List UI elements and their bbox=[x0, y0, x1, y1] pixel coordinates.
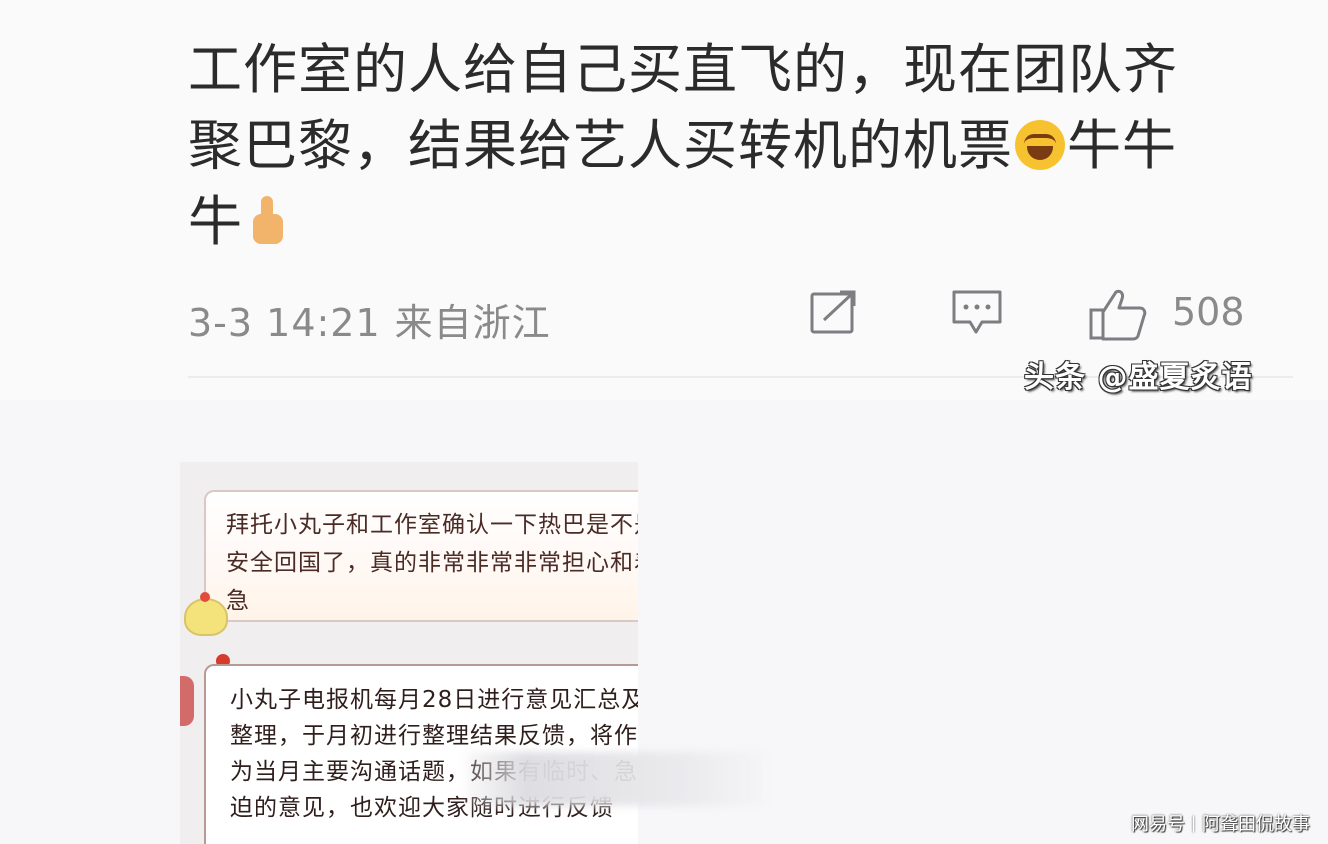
post-meta-row: 3-3 14:21 来自浙江 508 bbox=[188, 288, 1258, 345]
comment-button[interactable] bbox=[950, 288, 1004, 338]
watermark-separator bbox=[1193, 816, 1194, 832]
post-location: 来自浙江 bbox=[394, 301, 551, 345]
blur-mask bbox=[466, 752, 764, 806]
sticker-icon bbox=[184, 592, 228, 636]
watermark-author: 阿聋田侃故事 bbox=[1202, 814, 1310, 835]
share-icon bbox=[810, 290, 856, 334]
watermark-brand: 网易号 bbox=[1131, 814, 1185, 835]
like-button[interactable]: 508 bbox=[1088, 288, 1258, 341]
toutiao-watermark: 头条 @盛夏炙语 bbox=[1024, 360, 1253, 395]
laughing-tears-emoji-icon bbox=[1015, 120, 1065, 170]
comment-icon bbox=[952, 290, 1002, 334]
post-text: 工作室的人给自己买直飞的，现在团队齐聚巴黎，结果给艺人买转机的机票 牛牛牛 bbox=[188, 32, 1228, 260]
post-card: 工作室的人给自己买直飞的，现在团队齐聚巴黎，结果给艺人买转机的机票 牛牛牛 3-3… bbox=[0, 0, 1328, 400]
thumbs-up-emoji-icon bbox=[247, 194, 287, 246]
netease-watermark: 网易号 阿聋田侃故事 bbox=[1131, 810, 1310, 836]
share-button[interactable] bbox=[808, 288, 860, 338]
chat-message-1: 拜托小丸子和工作室确认一下热巴是不是安全回国了，真的非常非常非常担心和着急 bbox=[226, 512, 638, 614]
thumbs-up-icon bbox=[1089, 289, 1147, 341]
post-timestamp: 3-3 14:21 来自浙江 bbox=[188, 292, 551, 347]
like-count: 508 bbox=[1172, 290, 1245, 334]
avatar bbox=[180, 676, 194, 726]
post-time: 3-3 14:21 bbox=[188, 301, 381, 345]
chat-bubble-1: 拜托小丸子和工作室确认一下热巴是不是安全回国了，真的非常非常非常担心和着急 bbox=[204, 490, 638, 622]
